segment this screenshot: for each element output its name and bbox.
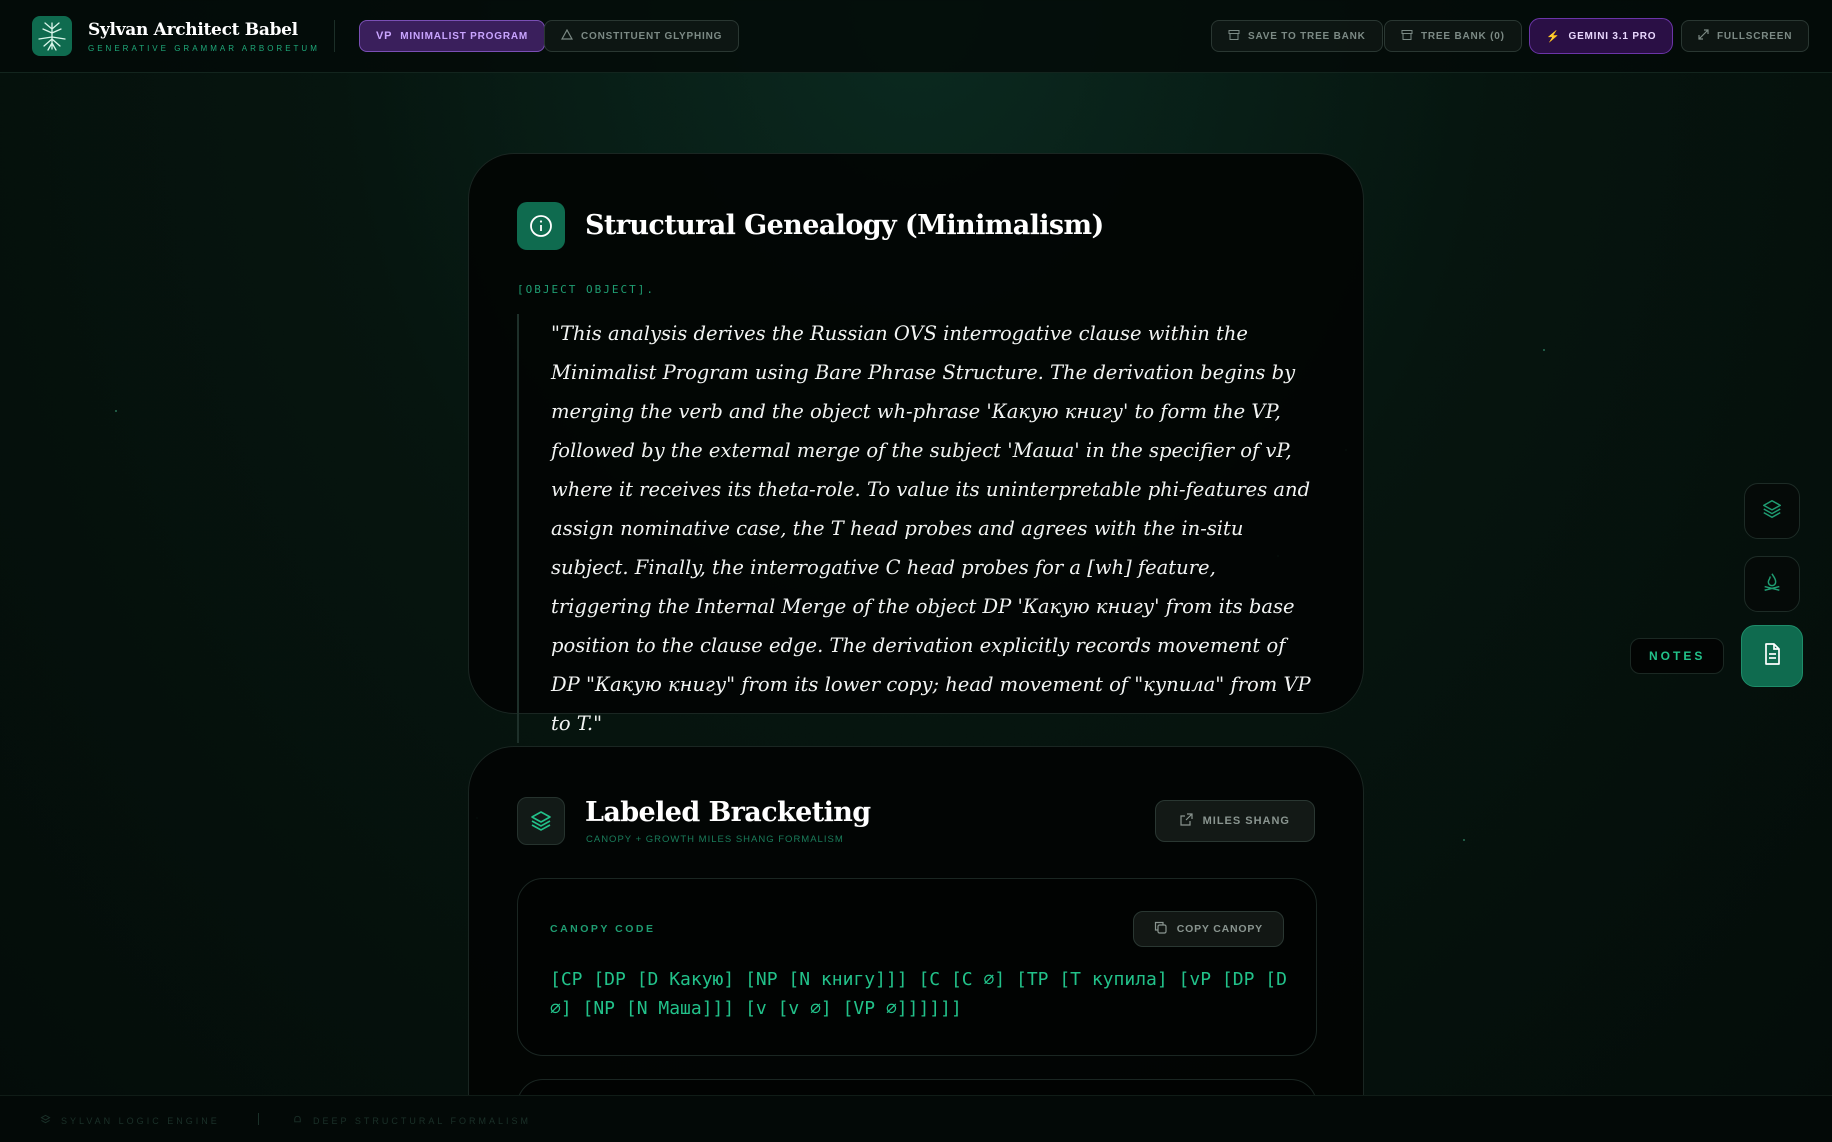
bg-dot xyxy=(1463,839,1465,841)
copy-canopy-label: Copy Canopy xyxy=(1176,923,1263,935)
notes-rail-button[interactable] xyxy=(1741,625,1803,687)
tab-constituent-glyphing[interactable]: Constituent Glyphing xyxy=(544,20,740,52)
card-title: Structural Genealogy (Minimalism) xyxy=(585,210,1104,241)
copy-icon xyxy=(1154,921,1167,937)
triangle-icon xyxy=(560,28,574,43)
header-divider xyxy=(334,20,335,52)
expand-icon xyxy=(1698,29,1709,43)
save-to-tree-bank-button[interactable]: Save to Tree Bank xyxy=(1211,20,1383,52)
campfire-rail-button[interactable] xyxy=(1744,556,1800,612)
model-selector-button[interactable]: ⚡ Gemini 3.1 Pro xyxy=(1529,18,1674,54)
campfire-icon xyxy=(1761,571,1783,597)
layers-icon xyxy=(517,797,565,845)
footer-engine: Sylvan Logic Engine xyxy=(40,1114,220,1127)
tab-minimalist-program[interactable]: vP Minimalist Program xyxy=(359,20,546,52)
notes-icon xyxy=(1760,642,1784,670)
layers-rail-button[interactable] xyxy=(1744,483,1800,539)
notes-tooltip: NOTES xyxy=(1630,638,1725,674)
card-title: Labeled Bracketing xyxy=(585,797,871,828)
footer-right-label: Deep Structural Formalism xyxy=(313,1115,532,1126)
canopy-code-panel: CANOPY CODE Copy Canopy [CP [DP [D Какую… xyxy=(517,878,1317,1056)
vp-badge: vP xyxy=(376,30,393,42)
card-subtitle: Canopy + Growth Miles Shang Formalism xyxy=(586,834,844,845)
structural-genealogy-card: Structural Genealogy (Minimalism) [OBJEC… xyxy=(468,153,1364,743)
tree-logo-icon[interactable] xyxy=(32,16,72,56)
footer-left-label: Sylvan Logic Engine xyxy=(61,1115,220,1126)
layers-icon xyxy=(40,1114,51,1127)
miles-shang-label: Miles Shang xyxy=(1202,815,1290,827)
fullscreen-button[interactable]: Fullscreen xyxy=(1681,20,1810,52)
top-bar: Sylvan Architect Babel Generative Gramma… xyxy=(0,0,1832,73)
footer-formalism: Deep Structural Formalism xyxy=(292,1114,531,1127)
layers-icon xyxy=(1761,498,1783,524)
info-icon xyxy=(517,202,565,250)
lightning-icon: ⚡ xyxy=(1546,30,1561,43)
save-label: Save to Tree Bank xyxy=(1248,30,1366,42)
labeled-bracketing-card: Labeled Bracketing Canopy + Growth Miles… xyxy=(468,746,1364,1142)
footer-bar: Sylvan Logic Engine Deep Structural Form… xyxy=(0,1095,1832,1142)
object-label: [OBJECT OBJECT]. xyxy=(517,283,655,296)
bg-dot xyxy=(115,410,117,412)
app-subtitle: Generative Grammar Arboretum xyxy=(88,44,320,53)
analysis-quote: "This analysis derives the Russian OVS i… xyxy=(517,314,1317,743)
archive-icon xyxy=(1401,29,1413,44)
external-link-icon xyxy=(1179,813,1193,829)
tree-bank-button[interactable]: Tree Bank (0) xyxy=(1384,20,1522,52)
tab-label: Constituent Glyphing xyxy=(581,30,723,42)
app-title: Sylvan Architect Babel xyxy=(88,20,298,40)
footer-divider xyxy=(258,1113,259,1125)
bg-dot xyxy=(1543,349,1545,351)
fullscreen-label: Fullscreen xyxy=(1717,30,1793,42)
canopy-code-text[interactable]: [CP [DP [D Какую] [NP [N книгу]]] [C [C … xyxy=(550,965,1290,1023)
copy-canopy-button[interactable]: Copy Canopy xyxy=(1132,911,1284,947)
bell-icon xyxy=(292,1114,303,1127)
tab-label: Minimalist Program xyxy=(400,30,529,42)
canopy-code-label: CANOPY CODE xyxy=(550,923,656,935)
tree-bank-label: Tree Bank (0) xyxy=(1421,30,1505,42)
miles-shang-button[interactable]: Miles Shang xyxy=(1154,800,1315,842)
model-label: Gemini 3.1 Pro xyxy=(1568,30,1657,42)
archive-icon xyxy=(1228,29,1240,44)
